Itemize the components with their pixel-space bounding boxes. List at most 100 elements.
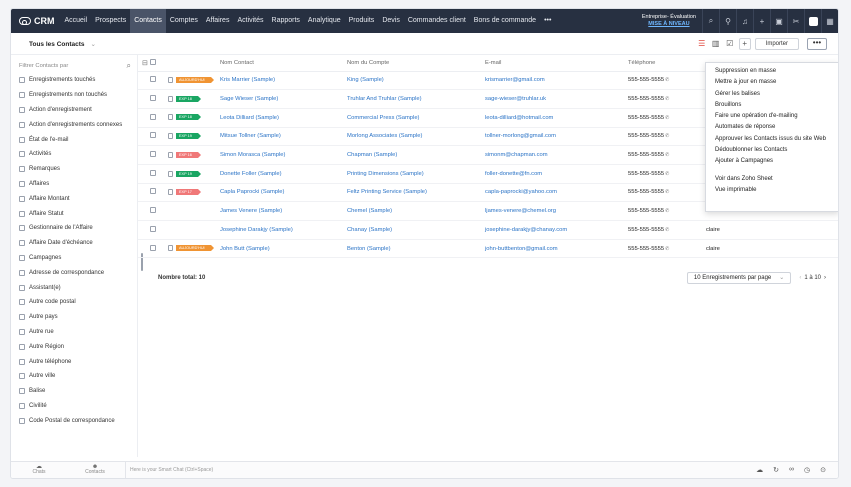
note-icon[interactable] bbox=[168, 77, 173, 84]
filter-item[interactable]: Autre Région bbox=[11, 339, 137, 354]
contact-name-link[interactable]: Donette Foller (Sample) bbox=[220, 171, 282, 177]
filter-item[interactable]: Civilité bbox=[11, 399, 137, 414]
filter-checkbox[interactable] bbox=[19, 254, 25, 261]
nav-tab-5[interactable]: Activités bbox=[233, 9, 267, 33]
row-checkbox[interactable] bbox=[150, 201, 168, 221]
phone-call-icon[interactable]: ✆ bbox=[665, 171, 669, 177]
table-row[interactable]: AUJOURD'HUI John Butt (Sample) Benton (S… bbox=[138, 239, 838, 259]
filter-item[interactable]: Autre pays bbox=[11, 310, 137, 325]
row-checkbox[interactable] bbox=[150, 108, 168, 128]
row-checkbox[interactable] bbox=[150, 145, 168, 165]
nav-tab-2[interactable]: Contacts bbox=[130, 9, 166, 33]
note-icon[interactable] bbox=[168, 95, 173, 102]
chats-button[interactable]: ☁ Chats bbox=[11, 464, 67, 475]
row-checkbox[interactable] bbox=[150, 89, 168, 109]
settings-icon[interactable]: ✂ bbox=[787, 9, 804, 33]
filter-checkbox[interactable] bbox=[19, 269, 25, 276]
filter-item[interactable]: Autre rue bbox=[11, 325, 137, 340]
row-checkbox[interactable] bbox=[150, 239, 168, 259]
refresh-icon[interactable]: ↻ bbox=[773, 466, 779, 474]
account-name-link[interactable]: Truhlar And Truhlar (Sample) bbox=[347, 96, 422, 102]
note-icon[interactable] bbox=[168, 151, 173, 158]
filter-checkbox[interactable] bbox=[19, 195, 25, 202]
filter-checkbox[interactable] bbox=[19, 106, 25, 113]
contact-name-link[interactable]: Sage Wieser (Sample) bbox=[220, 96, 278, 102]
nav-tab-3[interactable]: Comptes bbox=[166, 9, 202, 33]
contact-name-link[interactable]: Josephine Darakjy (Sample) bbox=[220, 227, 293, 233]
notifications-icon[interactable]: ♫ bbox=[736, 9, 753, 33]
menu-item[interactable]: Brouillons bbox=[706, 100, 838, 111]
prev-page-icon[interactable]: ‹ bbox=[799, 275, 801, 281]
filter-item[interactable]: Action d'enregistrement bbox=[11, 103, 137, 118]
view-selector[interactable]: Tous les Contacts ⌄ bbox=[29, 40, 96, 48]
menu-item[interactable]: Dédoublonner les Contacts bbox=[706, 145, 838, 156]
filter-item[interactable]: Adresse de correspondance bbox=[11, 265, 137, 280]
filter-item[interactable]: Affaire Statut bbox=[11, 206, 137, 221]
account-name-link[interactable]: Chemel (Sample) bbox=[347, 208, 392, 214]
filter-checkbox[interactable] bbox=[19, 284, 25, 291]
filter-item[interactable]: Gestionnaire de l'Affaire bbox=[11, 221, 137, 236]
filter-item[interactable]: Autre ville bbox=[11, 369, 137, 384]
account-name-link[interactable]: Chanay (Sample) bbox=[347, 227, 392, 233]
nav-tab-8[interactable]: Produits bbox=[345, 9, 379, 33]
menu-item[interactable]: Automates de réponse bbox=[706, 122, 838, 133]
nav-tab-11[interactable]: Bons de commande bbox=[470, 9, 540, 33]
column-header-email[interactable]: E-mail bbox=[485, 55, 628, 72]
row-checkbox[interactable] bbox=[150, 127, 168, 147]
profile-avatar[interactable] bbox=[804, 9, 821, 33]
note-icon[interactable] bbox=[168, 133, 173, 140]
filter-item[interactable]: Affaires bbox=[11, 177, 137, 192]
filter-item[interactable]: État de l'e-mail bbox=[11, 132, 137, 147]
more-actions-button[interactable]: ••• bbox=[807, 37, 827, 50]
nav-tab-0[interactable]: Accueil bbox=[61, 9, 92, 33]
row-checkbox[interactable] bbox=[150, 71, 168, 91]
filter-item[interactable]: Code Postal de correspondance bbox=[11, 413, 137, 428]
filter-checkbox[interactable] bbox=[19, 240, 25, 247]
create-contact-button[interactable]: + bbox=[738, 37, 751, 50]
filter-item[interactable]: Assistant(e) bbox=[11, 280, 137, 295]
email-link[interactable]: sage-wieser@truhlar.uk bbox=[485, 96, 546, 102]
filter-item[interactable]: Action d'enregistrements connexes bbox=[11, 117, 137, 132]
filter-checkbox[interactable] bbox=[19, 388, 25, 395]
phone-call-icon[interactable]: ✆ bbox=[665, 115, 669, 121]
filter-checkbox[interactable] bbox=[19, 225, 25, 232]
nav-tab-9[interactable]: Devis bbox=[378, 9, 404, 33]
smart-chat-input[interactable]: Here is your Smart Chat (Ctrl+Space) bbox=[125, 461, 213, 478]
filter-checkbox[interactable] bbox=[19, 402, 25, 409]
filter-item[interactable]: Balise bbox=[11, 384, 137, 399]
filter-item[interactable]: Enregistrements non touchés bbox=[11, 88, 137, 103]
row-checkbox[interactable] bbox=[150, 220, 168, 240]
phone-call-icon[interactable]: ✆ bbox=[665, 227, 669, 233]
list-view-icon[interactable]: ☰ bbox=[697, 39, 707, 48]
filter-item[interactable]: Autre téléphone bbox=[11, 354, 137, 369]
column-header-name[interactable]: Nom Contact bbox=[220, 55, 347, 72]
menu-item[interactable]: Suppression en masse bbox=[706, 66, 838, 77]
menu-item[interactable]: Ajouter à Campagnes bbox=[706, 156, 838, 167]
filter-checkbox[interactable] bbox=[19, 358, 25, 365]
sheet-view-icon[interactable]: ☑ bbox=[725, 39, 735, 48]
menu-item[interactable]: Vue imprimable bbox=[706, 185, 838, 196]
table-row[interactable]: Josephine Darakjy (Sample) Chanay (Sampl… bbox=[138, 220, 838, 240]
phone-call-icon[interactable]: ✆ bbox=[665, 246, 669, 252]
filter-checkbox[interactable] bbox=[19, 328, 25, 335]
email-link[interactable]: leota-dilliard@hotmail.com bbox=[485, 115, 553, 121]
filter-item[interactable]: Affaire Date d'échéance bbox=[11, 236, 137, 251]
note-icon[interactable] bbox=[168, 114, 173, 121]
account-name-link[interactable]: Printing Dimensions (Sample) bbox=[347, 171, 424, 177]
menu-item[interactable]: Approuver les Contacts issus du site Web bbox=[706, 134, 838, 145]
menu-item[interactable]: Gérer les balises bbox=[706, 89, 838, 100]
email-link[interactable]: ljames-venere@chemel.org bbox=[485, 208, 556, 214]
upgrade-link[interactable]: MISE À NIVEAU bbox=[642, 21, 696, 28]
contact-name-link[interactable]: Simon Morasca (Sample) bbox=[220, 152, 285, 158]
menu-item[interactable]: Faire une opération d'e-mailing bbox=[706, 111, 838, 122]
filter-checkbox[interactable] bbox=[19, 210, 25, 217]
nav-tab-12[interactable]: ••• bbox=[540, 9, 555, 33]
account-name-link[interactable]: Chapman (Sample) bbox=[347, 152, 397, 158]
filter-checkbox[interactable] bbox=[19, 373, 25, 380]
nav-tab-4[interactable]: Affaires bbox=[202, 9, 234, 33]
signals-icon[interactable]: ⚲ bbox=[719, 9, 736, 33]
select-all-checkbox[interactable] bbox=[150, 55, 168, 72]
column-chooser-icon[interactable]: ⊟ bbox=[138, 55, 150, 72]
nav-tab-7[interactable]: Analytique bbox=[304, 9, 345, 33]
filter-checkbox[interactable] bbox=[19, 343, 25, 350]
